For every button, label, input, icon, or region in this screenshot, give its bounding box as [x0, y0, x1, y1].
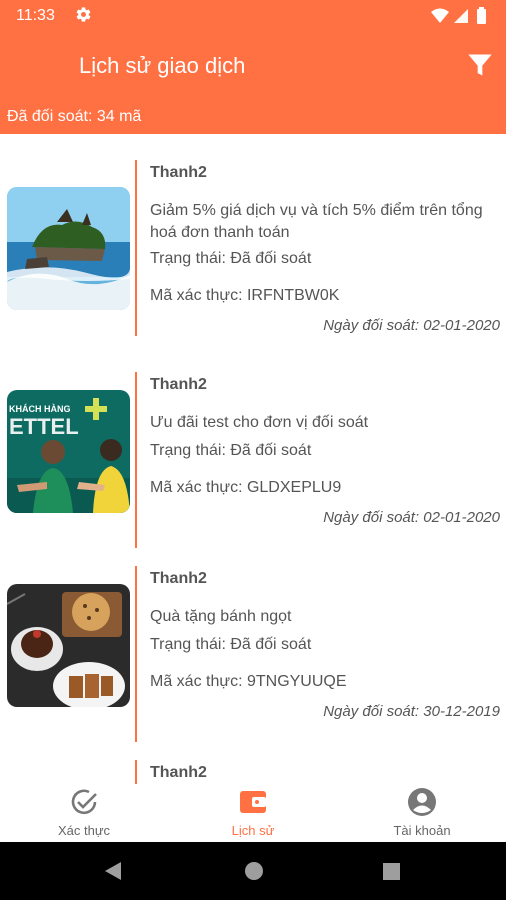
reconcile-date: Ngày đối soát: 02-01-2020	[323, 509, 500, 526]
status-text: Trạng thái: Đã đối soát	[150, 636, 312, 653]
battery-icon	[477, 7, 486, 24]
offer-description: Ưu đãi test cho đơn vị đối soát	[150, 414, 369, 431]
divider	[135, 160, 137, 336]
status-text: Trạng thái: Đã đối soát	[150, 442, 312, 459]
verification-code: Mã xác thực: 9TNGYUUQE	[150, 673, 347, 690]
list-item[interactable]: Thanh2 Quà tặng bánh ngọt Trạng thái: Đã…	[0, 544, 506, 742]
page-title: Lịch sử giao dịch	[79, 53, 246, 78]
divider	[135, 372, 137, 548]
settings-gear-icon	[75, 6, 92, 27]
nav-account-label: Tài khoản	[393, 823, 451, 838]
status-text: Trạng thái: Đã đối soát	[150, 250, 312, 267]
nav-account[interactable]: Tài khoản	[338, 784, 506, 842]
reconciled-summary: Đã đối soát: 34 mã	[7, 108, 142, 125]
reconcile-date: Ngày đối soát: 02-01-2020	[323, 317, 500, 334]
verification-code: Mã xác thực: GLDXEPLU9	[150, 479, 342, 496]
nav-verify-label: Xác thực	[57, 823, 111, 838]
cakes-image	[7, 584, 130, 707]
merchant-name: Thanh2	[150, 376, 207, 393]
reconcile-date: Ngày đối soát: 30-12-2019	[323, 703, 500, 720]
nav-history[interactable]: Lịch sử	[169, 784, 337, 842]
merchant-name: Thanh2	[150, 764, 207, 781]
divider	[135, 760, 137, 784]
check-circle-icon	[69, 787, 99, 817]
nav-verify[interactable]: Xác thực	[0, 784, 168, 842]
merchant-name: Thanh2	[150, 570, 207, 587]
viettel-promo-image: KHÁCH HÀNG ETTEL	[7, 390, 130, 513]
svg-text:ETTEL: ETTEL	[9, 414, 79, 439]
list-item[interactable]: KHÁCH HÀNG ETTEL Thanh2 Ưu đãi test cho …	[0, 350, 506, 548]
signal-icon	[454, 9, 468, 23]
nav-history-label: Lịch sử	[231, 823, 275, 838]
merchant-name: Thanh2	[150, 164, 207, 181]
verification-code: Mã xác thực: IRFNTBW0K	[150, 287, 340, 304]
list-item[interactable]: Thanh2 Giảm 5% giá dịch vụ và tích 5% đi…	[0, 156, 506, 346]
list-item[interactable]: Thanh2	[0, 738, 506, 784]
back-icon[interactable]	[105, 862, 121, 880]
divider	[135, 566, 137, 742]
app-bar: 11:33 Lịch sử giao dịch Đã đối soát: 34 …	[0, 0, 506, 134]
home-icon[interactable]	[245, 862, 263, 880]
status-icons	[430, 6, 494, 26]
account-circle-icon	[407, 787, 437, 817]
offer-description: Giảm 5% giá dịch vụ và tích 5% điểm trên…	[150, 202, 483, 241]
wallet-icon	[238, 787, 268, 817]
status-bar: 11:33	[0, 0, 506, 32]
promo-image-text: KHÁCH HÀNG	[9, 404, 71, 414]
beach-temple-image	[7, 187, 130, 310]
offer-description: Quà tặng bánh ngọt	[150, 608, 292, 625]
filter-icon[interactable]	[466, 51, 494, 79]
wifi-icon	[431, 8, 449, 23]
status-time: 11:33	[16, 7, 55, 24]
transaction-list[interactable]: Thanh2 Giảm 5% giá dịch vụ và tích 5% đi…	[0, 134, 506, 784]
system-navigation-bar	[0, 842, 506, 900]
recents-icon[interactable]	[383, 863, 400, 880]
bottom-navigation: Xác thực Lịch sử Tài khoản	[0, 784, 506, 842]
